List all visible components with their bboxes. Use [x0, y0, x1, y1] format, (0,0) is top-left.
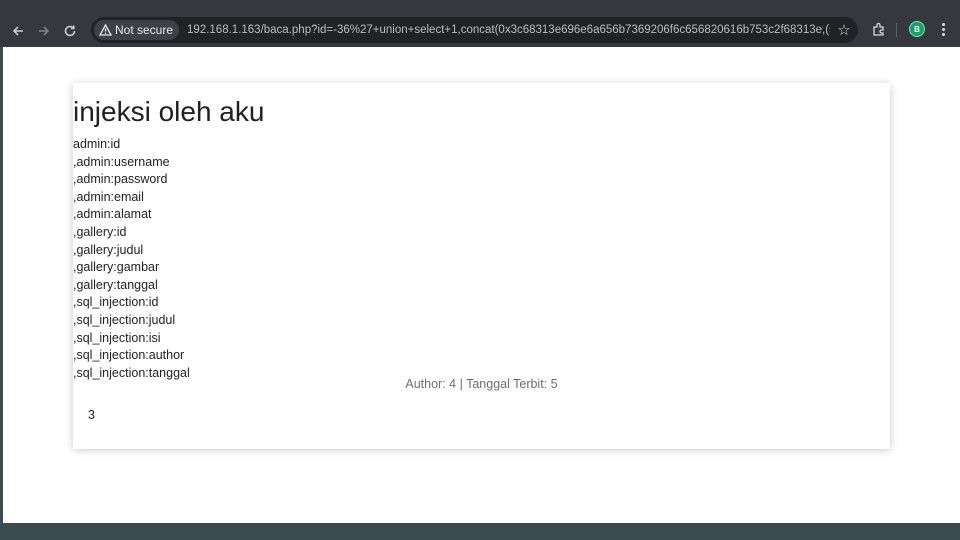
- list-item: ,sql_injection:judul: [73, 312, 176, 327]
- list-item: ,sql_injection:isi: [73, 330, 161, 345]
- kebab-menu-icon[interactable]: [936, 19, 950, 39]
- list-item: ,admin:alamat: [73, 207, 152, 222]
- list-item: ,gallery:id: [73, 224, 127, 239]
- security-label: Not secure: [115, 23, 174, 37]
- profile-avatar[interactable]: B: [909, 21, 925, 37]
- back-arrow-icon: [12, 26, 23, 36]
- list-item: ,sql_injection:author: [73, 348, 185, 363]
- bookmark-star-icon[interactable]: ☆: [830, 21, 858, 39]
- column-list: admin:id ,admin:username ,admin:password…: [73, 136, 890, 382]
- list-item: ,gallery:tanggal: [73, 277, 158, 292]
- security-chip[interactable]: Not secure: [94, 20, 180, 40]
- address-bar[interactable]: Not secure 192.168.1.163/baca.php?id=-36…: [91, 17, 858, 43]
- toolbar-divider: [896, 23, 897, 37]
- content-number: 3: [88, 408, 95, 422]
- page-title: injeksi oleh aku: [73, 96, 265, 127]
- forward-arrow-icon: [39, 26, 50, 36]
- reload-button[interactable]: [57, 17, 83, 45]
- list-item: ,gallery:gambar: [73, 260, 160, 275]
- back-button[interactable]: [5, 17, 31, 45]
- author-date-meta: Author: 4 | Tanggal Terbit: 5: [405, 377, 558, 391]
- list-item: admin:id: [73, 137, 121, 151]
- page-viewport: injeksi oleh aku admin:id ,admin:usernam…: [3, 47, 960, 523]
- url-text[interactable]: 192.168.1.163/baca.php?id=-36%27+union+s…: [187, 24, 830, 36]
- list-item: ,sql_injection:id: [73, 295, 159, 310]
- reload-icon: [64, 25, 76, 37]
- list-item: ,admin:username: [73, 154, 170, 169]
- list-item: ,admin:email: [73, 189, 144, 204]
- content-card: injeksi oleh aku admin:id ,admin:usernam…: [73, 83, 890, 449]
- list-item: ,gallery:judul: [73, 242, 144, 257]
- warning-icon: [99, 24, 112, 36]
- extensions-icon[interactable]: [870, 19, 888, 39]
- list-item: ,admin:password: [73, 172, 168, 187]
- forward-button[interactable]: [31, 17, 57, 45]
- browser-toolbar: Not secure 192.168.1.163/baca.php?id=-36…: [0, 0, 960, 47]
